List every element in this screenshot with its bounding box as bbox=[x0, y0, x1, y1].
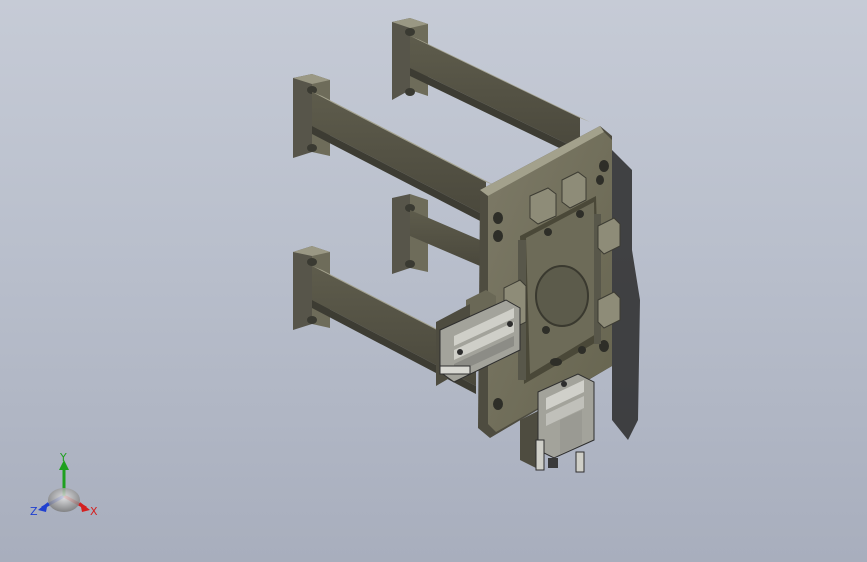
x-axis-label: X bbox=[90, 505, 98, 518]
z-axis-label: Z bbox=[30, 505, 38, 518]
triad-sphere bbox=[48, 488, 80, 512]
cad-viewport[interactable]: Y Z X bbox=[0, 0, 867, 562]
y-axis-label: Y bbox=[59, 451, 67, 464]
reference-triad: Y Z X bbox=[30, 451, 98, 518]
